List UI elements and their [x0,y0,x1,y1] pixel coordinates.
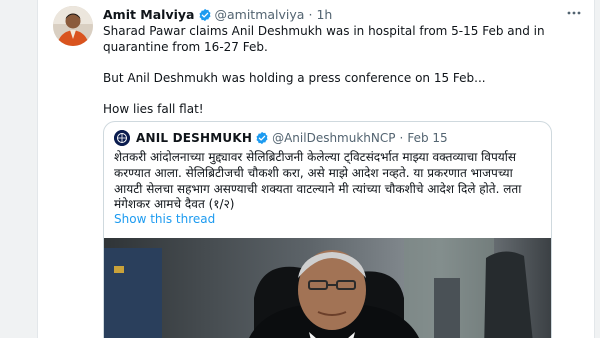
quoted-tweet-media[interactable] [104,238,551,338]
tweet-timestamp[interactable]: 1h [316,7,332,23]
more-horizontal-icon [567,11,581,15]
quoted-tweet-header: ANIL DESHMUKH @AnilDeshmukhNCP · Feb 15 [114,130,448,146]
window-frame-right [594,0,600,338]
tweet-paragraph: How lies fall flat! [103,101,204,116]
party-logo-icon [114,130,130,146]
quoted-author-handle[interactable]: @AnilDeshmukhNCP [272,130,395,146]
author-name[interactable]: Amit Malviya [103,7,195,23]
tweet-header: Amit Malviya @amitmalviya · 1h [103,7,332,23]
show-thread-link[interactable]: Show this thread [114,212,215,226]
quoted-tweet-text: शेतकरी आंदोलनाच्या मुद्द्यावर सेलिब्रिटी… [114,150,522,212]
quoted-tweet-card[interactable]: ANIL DESHMUKH @AnilDeshmukhNCP · Feb 15 … [103,121,552,338]
more-options-button[interactable] [566,5,582,25]
author-avatar[interactable] [53,6,93,46]
verified-badge-icon [256,131,268,145]
author-handle[interactable]: @amitmalviya [215,7,305,23]
verified-badge-icon [199,8,210,22]
press-conference-photo [104,238,551,338]
tweet-paragraph: Sharad Pawar claims Anil Deshmukh was in… [103,24,545,54]
tweet-body: Sharad Pawar claims Anil Deshmukh was in… [103,24,563,117]
quoted-author-name[interactable]: ANIL DESHMUKH [136,130,252,146]
window-frame-left [0,0,38,338]
tweet-paragraph: But Anil Deshmukh was holding a press co… [103,70,486,85]
quoted-header-separator: · [399,131,404,145]
avatar-photo [53,6,93,46]
header-separator: · [308,7,313,22]
quoted-tweet-date[interactable]: Feb 15 [407,130,447,146]
quoted-author-avatar [114,130,130,146]
